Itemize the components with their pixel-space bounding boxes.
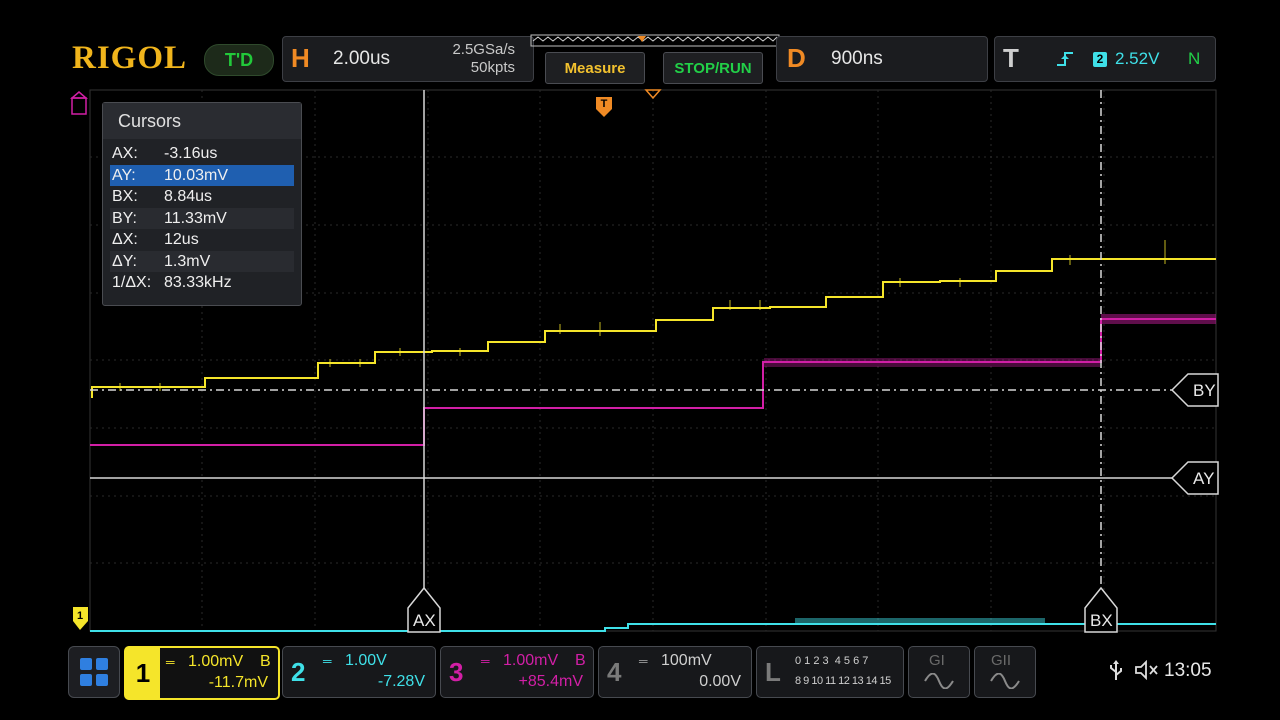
dc-coupling-icon: ═ — [639, 654, 648, 668]
generator1-label: GI — [929, 652, 945, 669]
logic-channels-row2: 8 9 10 11 12 13 14 15 — [795, 675, 891, 687]
cursor-row-ax[interactable]: AX: -3.16us — [110, 143, 294, 165]
channel4-scale: 100mV — [661, 652, 712, 669]
channel3-ground-marker — [69, 91, 89, 115]
channel3-panel[interactable]: 3 ═ 1.00mV B +85.4mV — [440, 646, 594, 698]
cursor-by-tag[interactable]: BY — [1193, 381, 1216, 401]
channel1-ground-marker: 1 — [73, 607, 88, 630]
cursor-bx-tag[interactable]: BX — [1090, 611, 1113, 631]
trigger-position-marker: T — [596, 89, 662, 117]
channel1-offset: -11.7mV — [208, 674, 268, 691]
cursor-row-by[interactable]: BY: 11.33mV — [110, 207, 294, 229]
cursor-row-ay[interactable]: AY: 10.03mV — [110, 164, 294, 186]
speaker-muted-icon[interactable] — [1134, 660, 1160, 680]
channel2-scale: 1.00V — [345, 652, 387, 669]
channel1-panel[interactable]: 1 ═ 1.00mV B -11.7mV — [124, 646, 280, 700]
cursors-panel-title: Cursors — [103, 103, 301, 139]
cursor-row-dx[interactable]: ΔX: 12us — [110, 229, 294, 251]
generator1-button[interactable]: GI — [908, 646, 970, 698]
clock-time: 13:05 — [1164, 660, 1212, 681]
channel1-bw-limit: B — [260, 653, 271, 670]
channel3-bw-limit: B — [575, 652, 586, 669]
dc-coupling-icon: ═ — [323, 654, 332, 668]
app-menu-button[interactable] — [68, 646, 120, 698]
cursor-row-inv-dx[interactable]: 1/ΔX: 83.33kHz — [110, 272, 294, 294]
cursor-ax-tag[interactable]: AX — [413, 611, 436, 631]
channel2-panel[interactable]: 2 ═ 1.00V -7.28V — [282, 646, 436, 698]
grid-menu-icon — [80, 658, 108, 686]
usb-icon — [1110, 660, 1122, 680]
channel2-offset: -7.28V — [377, 673, 425, 690]
cursor-row-bx[interactable]: BX: 8.84us — [110, 186, 294, 208]
dc-coupling-icon: ═ — [166, 655, 175, 669]
logic-channels-row1: 0 1 2 3 4 5 6 7 — [795, 655, 869, 667]
sine-wave-icon — [990, 673, 1020, 689]
dc-coupling-icon: ═ — [481, 654, 490, 668]
sine-wave-icon — [924, 673, 954, 689]
cursor-ay-tag[interactable]: AY — [1193, 469, 1214, 489]
channel4-offset: 0.00V — [699, 673, 741, 690]
cursors-panel[interactable]: Cursors AX: -3.16us AY: 10.03mV BX: 8.84us … — [102, 102, 302, 306]
channel2-number: 2 — [291, 657, 306, 687]
channel1-scale: 1.00mV — [188, 653, 244, 670]
generator2-button[interactable]: GII — [974, 646, 1036, 698]
cursor-row-dy[interactable]: ΔY: 1.3mV — [110, 250, 294, 272]
svg-text:T: T — [601, 98, 608, 110]
channel4-number: 4 — [607, 657, 622, 687]
channel1-number: 1 — [126, 648, 160, 698]
svg-text:1: 1 — [77, 610, 83, 622]
logic-letter: L — [765, 657, 781, 687]
channel3-scale: 1.00mV — [503, 652, 559, 669]
logic-analyzer-panel[interactable]: L 0 1 2 3 4 5 6 7 8 9 10 11 12 13 14 15 — [756, 646, 904, 698]
channel3-number: 3 — [449, 657, 464, 687]
generator2-label: GII — [991, 652, 1012, 669]
channel3-offset: +85.4mV — [518, 673, 583, 690]
channel4-panel[interactable]: 4 ═ 100mV 0.00V — [598, 646, 752, 698]
